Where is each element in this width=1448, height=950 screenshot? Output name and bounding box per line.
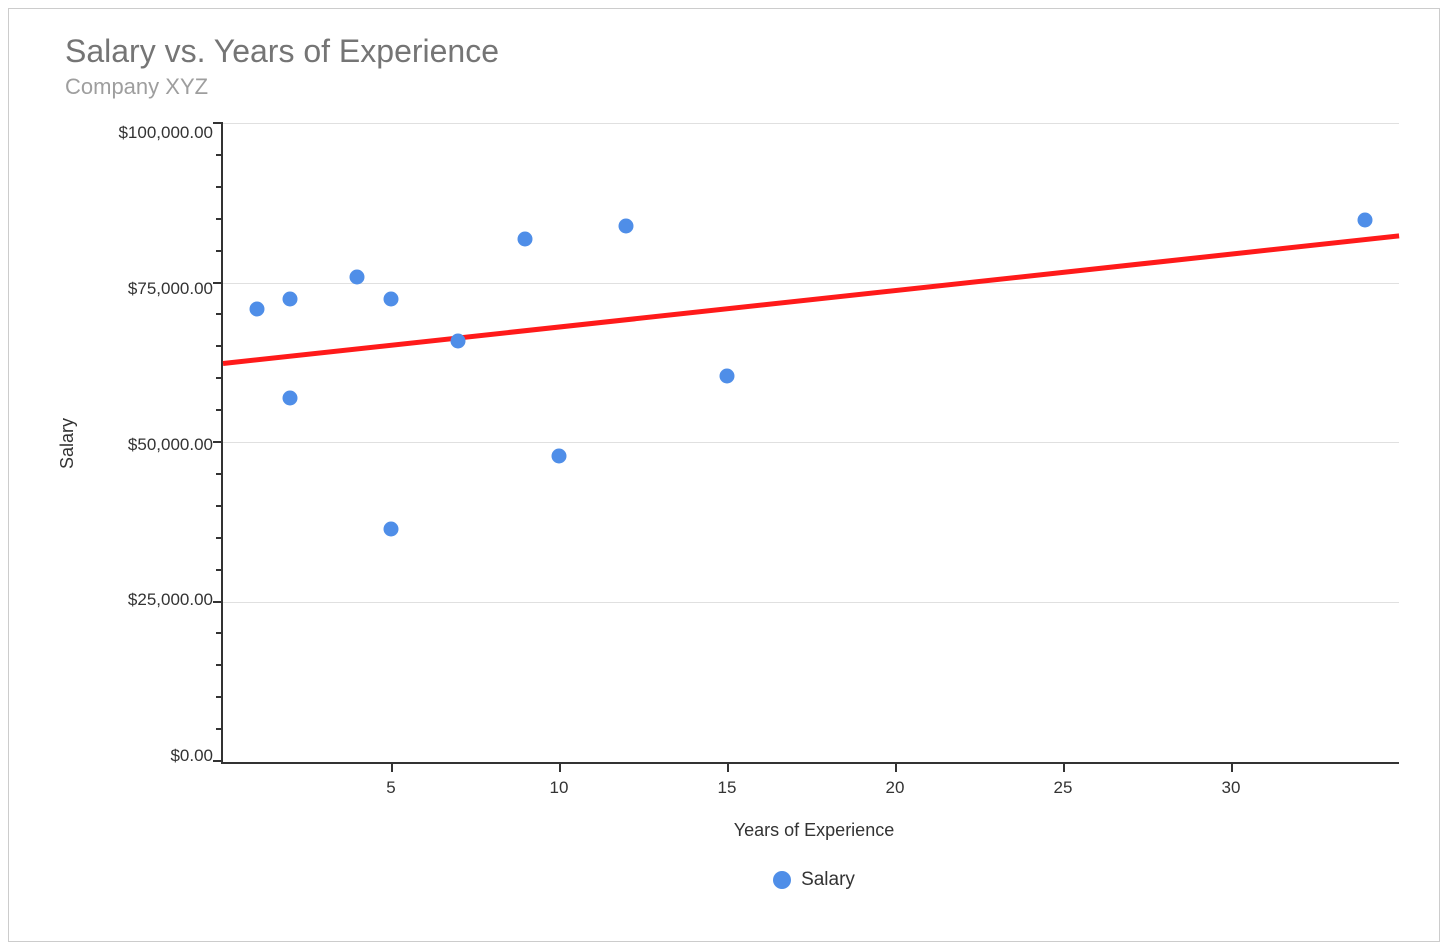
y-minor-tick [216,377,223,379]
y-tick-label: $50,000.00 [128,436,213,453]
x-tick-label: 25 [1054,778,1073,798]
x-tick-label: 5 [386,778,395,798]
x-axis-label: Years of Experience [229,820,1399,841]
data-point [552,448,567,463]
y-minor-tick [216,505,223,507]
data-point [518,231,533,246]
y-tick-label: $0.00 [170,747,213,764]
y-minor-tick [216,186,223,188]
y-tick-label: $100,000.00 [118,124,213,141]
data-point [249,302,264,317]
x-tick-mark [1231,762,1233,772]
y-tick-label: $25,000.00 [128,591,213,608]
gridline [223,123,1399,124]
chart-container: Salary vs. Years of Experience Company X… [8,8,1440,942]
x-tick-mark [559,762,561,772]
y-minor-tick [216,473,223,475]
x-tick-mark [727,762,729,772]
legend: Salary [229,869,1399,891]
data-point [384,522,399,537]
data-point [350,270,365,285]
y-minor-tick [216,632,223,634]
gridline [223,283,1399,284]
trendline [223,233,1400,366]
x-tick-mark [895,762,897,772]
y-tick-mark [213,441,223,443]
legend-dot-icon [773,871,791,889]
y-minor-tick [216,313,223,315]
data-point [1358,212,1373,227]
y-axis-label: Salary [49,418,86,469]
y-minor-tick [216,569,223,571]
y-minor-tick [216,728,223,730]
y-tick-label: $75,000.00 [128,280,213,297]
x-tick-label: 15 [718,778,737,798]
y-minor-tick [216,537,223,539]
y-minor-tick [216,664,223,666]
data-point [720,369,735,384]
y-minor-tick [216,696,223,698]
gridline [223,442,1399,443]
x-tick-label: 10 [550,778,569,798]
chart-title: Salary vs. Years of Experience [49,33,1399,70]
y-tick-mark [213,760,223,762]
y-minor-tick [216,218,223,220]
y-tick-mark [213,282,223,284]
data-point [283,391,298,406]
x-tick-label: 20 [886,778,905,798]
data-point [384,292,399,307]
x-tick-mark [1063,762,1065,772]
data-point [451,333,466,348]
plot-wrapper: Salary $100,000.00 $75,000.00 $50,000.00… [49,124,1399,764]
y-minor-tick [216,250,223,252]
plot-area: 51015202530 [221,124,1399,764]
x-tick-label: 30 [1222,778,1241,798]
y-minor-tick [216,154,223,156]
y-tick-mark [213,601,223,603]
y-tick-labels: $100,000.00 $75,000.00 $50,000.00 $25,00… [86,124,221,764]
y-minor-tick [216,345,223,347]
y-tick-mark [213,122,223,124]
chart-subtitle: Company XYZ [49,74,1399,100]
legend-label: Salary [801,869,855,891]
data-point [283,292,298,307]
gridline [223,602,1399,603]
y-minor-tick [216,409,223,411]
data-point [619,219,634,234]
x-tick-mark [391,762,393,772]
